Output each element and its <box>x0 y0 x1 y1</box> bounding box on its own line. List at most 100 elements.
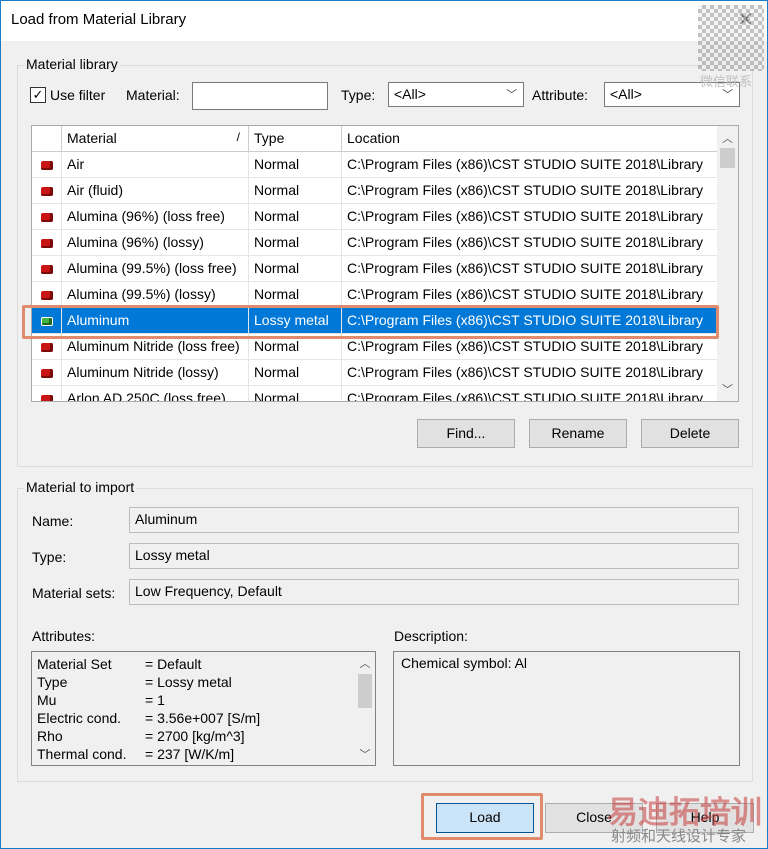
cell-icon <box>32 386 62 401</box>
table-row[interactable]: Aluminum Nitride (lossy) Normal C:\Progr… <box>32 360 718 386</box>
table-row[interactable]: Alumina (96%) (lossy) Normal C:\Program … <box>32 230 718 256</box>
attribute-line: Type = Lossy metal <box>37 673 260 691</box>
attribute-line: Electric cond. = 3.56e+007 [S/m] <box>37 709 260 727</box>
cell-material: Alumina (99.5%) (loss free) <box>62 256 249 282</box>
delete-button[interactable]: Delete <box>641 419 739 448</box>
cell-location: C:\Program Files (x86)\CST STUDIO SUITE … <box>342 152 718 178</box>
slogan-watermark: 射频和天线设计专家 <box>611 828 747 845</box>
rename-button[interactable]: Rename <box>529 419 627 448</box>
type-filter-label: Type: <box>341 87 376 103</box>
material-icon <box>41 343 53 352</box>
use-filter-checkbox[interactable]: ✓ <box>30 87 46 103</box>
sort-icon: / <box>236 130 240 144</box>
column-header-material[interactable]: Material / <box>62 126 249 152</box>
cell-type: Normal <box>249 204 342 230</box>
cell-location: C:\Program Files (x86)\CST STUDIO SUITE … <box>342 256 718 282</box>
cell-icon <box>32 204 62 230</box>
attribute-key: Material Set <box>37 656 112 672</box>
scroll-down-icon[interactable]: ﹀ <box>355 746 375 762</box>
table-header: Material / Type Location <box>32 126 718 152</box>
cell-material: Air <box>62 152 249 178</box>
cell-type: Normal <box>249 230 342 256</box>
qr-caption-watermark: 微信联系 <box>700 74 753 89</box>
cell-type: Normal <box>249 360 342 386</box>
load-button[interactable]: Load <box>436 803 534 833</box>
scroll-up-icon[interactable]: ︿ <box>355 655 375 671</box>
attributes-box[interactable]: Material Set = Default Type = Lossy metal Mu… <box>31 651 376 766</box>
attribute-value: = Default <box>145 656 202 672</box>
table-row[interactable]: Arlon AD 250C (loss free) Normal C:\Prog… <box>32 386 718 401</box>
cell-location: C:\Program Files (x86)\CST STUDIO SUITE … <box>342 230 718 256</box>
cell-type: Normal <box>249 152 342 178</box>
cell-location: C:\Program Files (x86)\CST STUDIO SUITE … <box>342 178 718 204</box>
material-icon <box>41 213 53 222</box>
attributes-scrollbar[interactable]: ︿ ﹀ <box>355 652 375 765</box>
description-box[interactable]: Chemical symbol: Al <box>393 651 740 766</box>
table-row[interactable]: Alumina (99.5%) (loss free) Normal C:\Pr… <box>32 256 718 282</box>
header-label: Material <box>67 130 117 146</box>
cell-icon <box>32 230 62 256</box>
type-label: Type: <box>32 549 67 565</box>
title-bar: Load from Material Library ✕ <box>1 1 767 41</box>
type-filter-value: <All> <box>394 86 426 102</box>
attribute-key: Thermal cond. <box>37 746 127 762</box>
cell-material: Aluminum Nitride (lossy) <box>62 360 249 386</box>
attribute-line: Thermal cond. = 237 [W/K/m] <box>37 745 260 763</box>
attribute-line: Mu = 1 <box>37 691 260 709</box>
find-button[interactable]: Find... <box>417 419 515 448</box>
material-sets-label: Material sets: <box>32 585 116 601</box>
use-filter-label: Use filter <box>50 87 106 103</box>
group-label: Material to import <box>24 479 137 495</box>
attribute-value: = 1 <box>145 692 165 708</box>
material-icon <box>41 395 53 401</box>
table-scrollbar[interactable]: ︿ ﹀ <box>717 126 738 401</box>
attribute-key: Electric cond. <box>37 710 122 726</box>
chevron-down-icon: ﹀ <box>506 89 517 101</box>
scroll-thumb[interactable] <box>358 674 372 708</box>
scroll-up-icon[interactable]: ︿ <box>717 130 738 146</box>
type-filter-select[interactable]: <All> ﹀ <box>388 82 524 107</box>
attribute-key: Type <box>37 674 68 690</box>
cell-icon <box>32 178 62 204</box>
name-label: Name: <box>32 513 74 529</box>
cell-type: Normal <box>249 256 342 282</box>
dialog-window: Load from Material Library ✕ Material li… <box>0 0 768 849</box>
table-row[interactable]: Air Normal C:\Program Files (x86)\CST ST… <box>32 152 718 178</box>
attribute-line: Rho = 2700 [kg/m^3] <box>37 727 260 745</box>
cell-location: C:\Program Files (x86)\CST STUDIO SUITE … <box>342 360 718 386</box>
group-label: Material library <box>24 56 120 72</box>
cell-icon <box>32 152 62 178</box>
column-header-type[interactable]: Type <box>249 126 342 152</box>
material-icon <box>41 265 53 274</box>
name-field: Aluminum <box>129 507 739 533</box>
material-filter-input[interactable] <box>192 82 328 110</box>
cell-material: Alumina (96%) (loss free) <box>62 204 249 230</box>
cell-material: Alumina (96%) (lossy) <box>62 230 249 256</box>
attribute-line: Material Set = Default <box>37 655 260 673</box>
material-icon <box>41 369 53 378</box>
column-header-location[interactable]: Location <box>342 126 718 152</box>
description-label: Description: <box>394 628 468 644</box>
type-field: Lossy metal <box>129 543 739 569</box>
attribute-value: = Lossy metal <box>145 674 232 690</box>
cell-location: C:\Program Files (x86)\CST STUDIO SUITE … <box>342 204 718 230</box>
selection-highlight <box>22 305 719 339</box>
cell-material: Arlon AD 250C (loss free) <box>62 386 249 401</box>
attribute-value: = 237 [W/K/m] <box>145 746 235 762</box>
attribute-filter-value: <All> <box>610 86 642 102</box>
cell-material: Air (fluid) <box>62 178 249 204</box>
cell-icon <box>32 360 62 386</box>
material-icon <box>41 161 53 170</box>
material-filter-label: Material: <box>126 87 180 103</box>
qr-code-watermark <box>698 5 764 71</box>
scroll-thumb[interactable] <box>720 148 735 168</box>
table-row[interactable]: Air (fluid) Normal C:\Program Files (x86… <box>32 178 718 204</box>
table-row[interactable]: Alumina (96%) (loss free) Normal C:\Prog… <box>32 204 718 230</box>
cell-location: C:\Program Files (x86)\CST STUDIO SUITE … <box>342 386 718 401</box>
attribute-key: Rho <box>37 728 63 744</box>
material-icon <box>41 239 53 248</box>
column-header-icon <box>32 126 62 152</box>
material-icon <box>41 187 53 196</box>
cell-type: Normal <box>249 178 342 204</box>
scroll-down-icon[interactable]: ﹀ <box>717 381 738 397</box>
